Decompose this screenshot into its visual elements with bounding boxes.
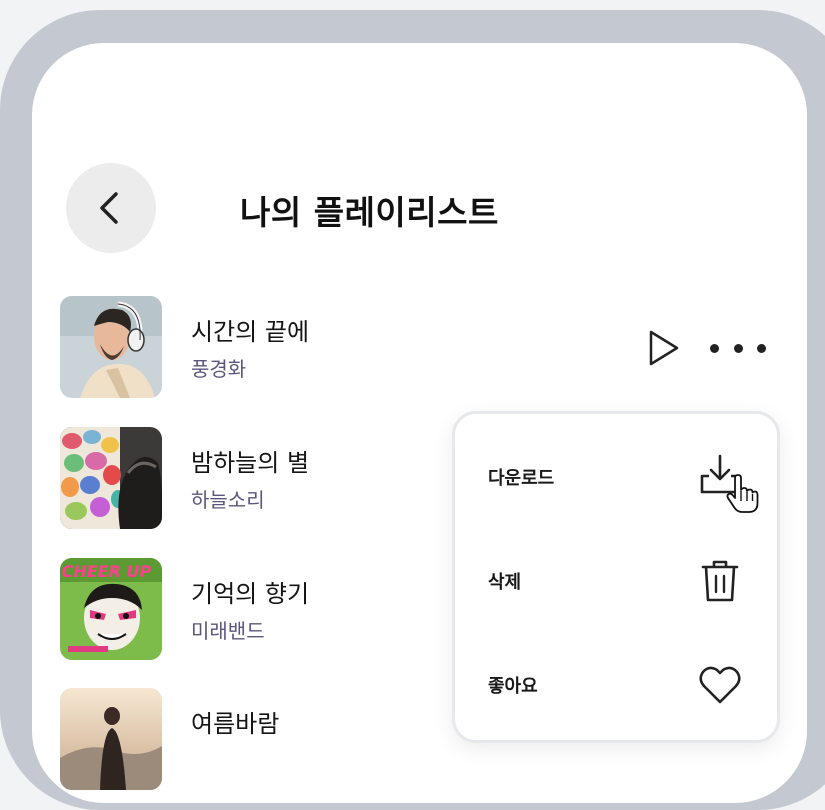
hand-cursor-icon [726, 474, 759, 513]
chevron-left-icon [100, 192, 118, 224]
back-button[interactable] [66, 163, 156, 253]
track-artist: 풍경화 [191, 357, 247, 381]
album-cover [60, 688, 162, 790]
app-screen: 나의 플레이리스트 시간의 끝에 풍경화 밤하늘의 별 하늘소리 CHEER U… [32, 43, 807, 803]
more-dot [757, 343, 766, 353]
menu-item-label: 다운로드 [488, 468, 555, 489]
track-row[interactable]: 시간의 끝에 풍경화 [60, 296, 800, 398]
heart-icon [699, 666, 741, 704]
menu-item-like[interactable]: 좋아요 [455, 644, 777, 724]
more-dot [710, 343, 719, 353]
album-cover [60, 296, 162, 398]
context-menu: 다운로드 삭제 좋아요 [452, 411, 780, 743]
more-dot [733, 343, 743, 353]
album-cover: CHEER UP [60, 558, 162, 660]
page-title: 나의 플레이리스트 [240, 193, 499, 232]
trash-icon [701, 560, 739, 602]
menu-item-download[interactable]: 다운로드 [455, 436, 777, 516]
track-title: 여름바람 [191, 710, 280, 738]
more-options-button[interactable] [710, 328, 766, 368]
track-title: 시간의 끝에 [191, 318, 310, 346]
play-button[interactable] [643, 328, 683, 368]
track-artist: 미래밴드 [191, 619, 265, 643]
play-icon [649, 330, 679, 366]
track-artist: 하늘소리 [191, 488, 265, 512]
menu-item-delete[interactable]: 삭제 [455, 540, 777, 620]
album-cover [60, 427, 162, 529]
track-title: 기억의 향기 [191, 580, 310, 608]
cover-text: CHEER UP [60, 562, 153, 581]
menu-item-label: 삭제 [488, 572, 522, 593]
track-title: 밤하늘의 별 [191, 449, 310, 477]
menu-item-label: 좋아요 [488, 676, 538, 697]
